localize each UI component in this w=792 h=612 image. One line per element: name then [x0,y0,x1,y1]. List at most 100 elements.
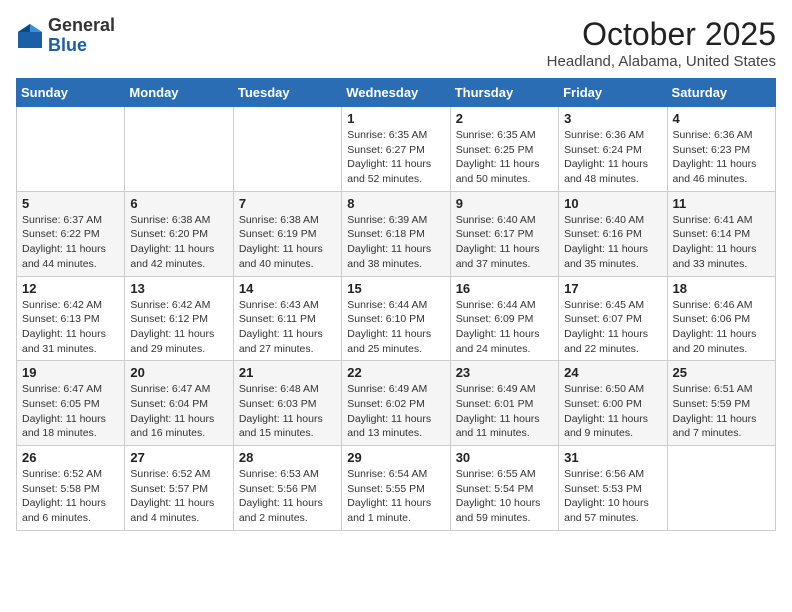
weekday-header-thursday: Thursday [450,79,558,107]
day-info: Sunrise: 6:47 AM Sunset: 6:04 PM Dayligh… [130,382,227,441]
day-cell [667,446,775,531]
day-cell: 3Sunrise: 6:36 AM Sunset: 6:24 PM Daylig… [559,107,667,192]
day-number: 1 [347,111,444,126]
location: Headland, Alabama, United States [547,53,776,70]
day-cell: 5 Sunrise: 6:37 AM Sunset: 6:22 PM Daylig… [17,191,125,276]
week-row-2: 5 Sunrise: 6:37 AM Sunset: 6:22 PM Daylig… [17,191,776,276]
day-number: 6 [130,196,227,211]
day-cell: 15 Sunrise: 6:44 AM Sunset: 6:10 PM Dayli… [342,276,450,361]
day-info: Sunrise: 6:45 AM Sunset: 6:07 PM Dayligh… [564,298,661,357]
day-cell: 25 Sunrise: 6:51 AM Sunset: 5:59 PM Dayli… [667,361,775,446]
day-cell: 24Sunrise: 6:50 AM Sunset: 6:00 PM Dayli… [559,361,667,446]
day-info: Sunrise: 6:35 AM Sunset: 6:27 PM Dayligh… [347,128,444,187]
day-info: Sunrise: 6:42 AM Sunset: 6:13 PM Dayligh… [22,298,119,357]
day-info: Sunrise: 6:52 AM Sunset: 5:57 PM Dayligh… [130,467,227,526]
day-info: Sunrise: 6:38 AM Sunset: 6:19 PM Dayligh… [239,213,336,272]
week-row-3: 12 Sunrise: 6:42 AM Sunset: 6:13 PM Dayli… [17,276,776,361]
day-cell: 29Sunrise: 6:54 AM Sunset: 5:55 PM Dayli… [342,446,450,531]
day-info: Sunrise: 6:44 AM Sunset: 6:10 PM Dayligh… [347,298,444,357]
weekday-header-sunday: Sunday [17,79,125,107]
page-header: General Blue October 2025 Headland, Alab… [16,16,776,70]
day-cell: 12 Sunrise: 6:42 AM Sunset: 6:13 PM Dayli… [17,276,125,361]
day-cell: 11 Sunrise: 6:41 AM Sunset: 6:14 PM Dayli… [667,191,775,276]
weekday-header-row: SundayMondayTuesdayWednesdayThursdayFrid… [17,79,776,107]
day-info: Sunrise: 6:49 AM Sunset: 6:02 PM Dayligh… [347,382,444,441]
title-block: October 2025 Headland, Alabama, United S… [547,16,776,70]
day-cell: 7 Sunrise: 6:38 AM Sunset: 6:19 PM Daylig… [233,191,341,276]
weekday-header-monday: Monday [125,79,233,107]
day-number: 17 [564,281,661,296]
day-number: 7 [239,196,336,211]
day-number: 14 [239,281,336,296]
day-cell [125,107,233,192]
day-cell: 20 Sunrise: 6:47 AM Sunset: 6:04 PM Dayli… [125,361,233,446]
day-number: 22 [347,365,444,380]
day-cell: 6Sunrise: 6:38 AM Sunset: 6:20 PM Daylig… [125,191,233,276]
day-info: Sunrise: 6:35 AM Sunset: 6:25 PM Dayligh… [456,128,553,187]
day-info: Sunrise: 6:48 AM Sunset: 6:03 PM Dayligh… [239,382,336,441]
calendar-table: SundayMondayTuesdayWednesdayThursdayFrid… [16,78,776,531]
day-cell: 13Sunrise: 6:42 AM Sunset: 6:12 PM Dayli… [125,276,233,361]
day-number: 25 [673,365,770,380]
week-row-1: 1 Sunrise: 6:35 AM Sunset: 6:27 PM Daylig… [17,107,776,192]
day-cell: 22 Sunrise: 6:49 AM Sunset: 6:02 PM Dayli… [342,361,450,446]
day-number: 11 [673,196,770,211]
day-info: Sunrise: 6:51 AM Sunset: 5:59 PM Dayligh… [673,382,770,441]
day-info: Sunrise: 6:52 AM Sunset: 5:58 PM Dayligh… [22,467,119,526]
day-info: Sunrise: 6:53 AM Sunset: 5:56 PM Dayligh… [239,467,336,526]
day-cell: 21 Sunrise: 6:48 AM Sunset: 6:03 PM Dayli… [233,361,341,446]
day-number: 16 [456,281,553,296]
month-title: October 2025 [547,16,776,53]
weekday-header-tuesday: Tuesday [233,79,341,107]
day-number: 26 [22,450,119,465]
day-cell: 19Sunrise: 6:47 AM Sunset: 6:05 PM Dayli… [17,361,125,446]
day-number: 9 [456,196,553,211]
day-info: Sunrise: 6:55 AM Sunset: 5:54 PM Dayligh… [456,467,553,526]
day-cell [17,107,125,192]
day-number: 10 [564,196,661,211]
day-number: 4 [673,111,770,126]
day-number: 15 [347,281,444,296]
day-number: 18 [673,281,770,296]
day-number: 5 [22,196,119,211]
day-info: Sunrise: 6:44 AM Sunset: 6:09 PM Dayligh… [456,298,553,357]
logo-icon [16,22,44,50]
logo-text: General Blue [48,16,115,56]
day-number: 3 [564,111,661,126]
week-row-5: 26 Sunrise: 6:52 AM Sunset: 5:58 PM Dayli… [17,446,776,531]
week-row-4: 19Sunrise: 6:47 AM Sunset: 6:05 PM Dayli… [17,361,776,446]
weekday-header-wednesday: Wednesday [342,79,450,107]
day-number: 23 [456,365,553,380]
day-number: 12 [22,281,119,296]
day-cell: 23Sunrise: 6:49 AM Sunset: 6:01 PM Dayli… [450,361,558,446]
day-info: Sunrise: 6:41 AM Sunset: 6:14 PM Dayligh… [673,213,770,272]
weekday-header-friday: Friday [559,79,667,107]
day-info: Sunrise: 6:56 AM Sunset: 5:53 PM Dayligh… [564,467,661,526]
day-cell: 27 Sunrise: 6:52 AM Sunset: 5:57 PM Dayli… [125,446,233,531]
day-info: Sunrise: 6:40 AM Sunset: 6:16 PM Dayligh… [564,213,661,272]
day-number: 2 [456,111,553,126]
day-cell: 8Sunrise: 6:39 AM Sunset: 6:18 PM Daylig… [342,191,450,276]
weekday-header-saturday: Saturday [667,79,775,107]
day-number: 21 [239,365,336,380]
day-cell: 14 Sunrise: 6:43 AM Sunset: 6:11 PM Dayli… [233,276,341,361]
day-info: Sunrise: 6:37 AM Sunset: 6:22 PM Dayligh… [22,213,119,272]
day-cell: 18Sunrise: 6:46 AM Sunset: 6:06 PM Dayli… [667,276,775,361]
day-number: 28 [239,450,336,465]
day-number: 31 [564,450,661,465]
day-info: Sunrise: 6:42 AM Sunset: 6:12 PM Dayligh… [130,298,227,357]
day-number: 29 [347,450,444,465]
day-cell: 30Sunrise: 6:55 AM Sunset: 5:54 PM Dayli… [450,446,558,531]
day-cell: 17 Sunrise: 6:45 AM Sunset: 6:07 PM Dayli… [559,276,667,361]
day-cell: 28 Sunrise: 6:53 AM Sunset: 5:56 PM Dayli… [233,446,341,531]
day-info: Sunrise: 6:43 AM Sunset: 6:11 PM Dayligh… [239,298,336,357]
day-number: 8 [347,196,444,211]
day-cell: 10 Sunrise: 6:40 AM Sunset: 6:16 PM Dayli… [559,191,667,276]
day-number: 27 [130,450,227,465]
day-cell: 4Sunrise: 6:36 AM Sunset: 6:23 PM Daylig… [667,107,775,192]
day-info: Sunrise: 6:47 AM Sunset: 6:05 PM Dayligh… [22,382,119,441]
day-number: 20 [130,365,227,380]
day-cell [233,107,341,192]
day-cell: 2 Sunrise: 6:35 AM Sunset: 6:25 PM Daylig… [450,107,558,192]
day-info: Sunrise: 6:50 AM Sunset: 6:00 PM Dayligh… [564,382,661,441]
